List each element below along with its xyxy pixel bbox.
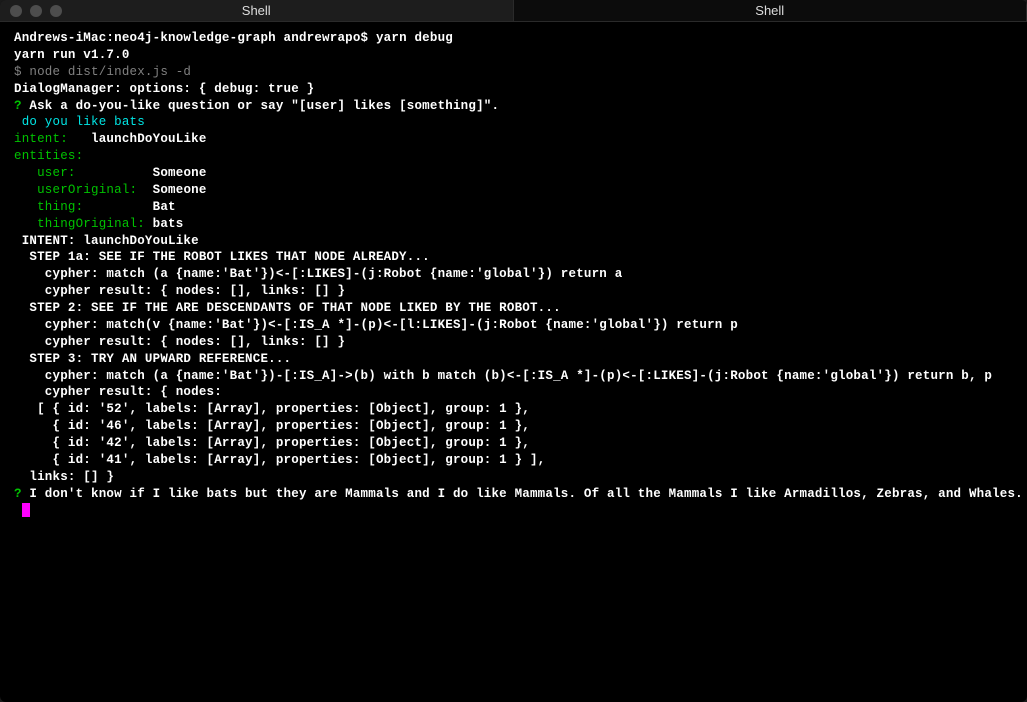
entity-label: thing: (14, 200, 83, 214)
links-close: links: [] } (14, 469, 1013, 486)
step1a-cypher: cypher: match (a {name:'Bat'})<-[:LIKES]… (14, 266, 1013, 283)
prompt-host: Andrews-iMac:neo4j-knowledge-graph andre… (14, 31, 376, 45)
node-row: { id: '42', labels: [Array], properties:… (14, 435, 1013, 452)
user-input-line: do you like bats (14, 114, 1013, 131)
node-row: { id: '46', labels: [Array], properties:… (14, 418, 1013, 435)
cursor-line (14, 503, 1013, 520)
title-bar: Shell Shell (0, 0, 1027, 22)
minimize-icon[interactable] (30, 5, 42, 17)
entity-value: bats (145, 217, 184, 231)
step3-cypher: cypher: match (a {name:'Bat'})-[:IS_A]->… (14, 368, 1013, 385)
question-text: Ask a do-you-like question or say "[user… (22, 99, 499, 113)
step2-line: STEP 2: SEE IF THE ARE DESCENDANTS OF TH… (14, 300, 1013, 317)
entity-thing-original: thingOriginal: bats (14, 216, 1013, 233)
entities-label: entities: (14, 148, 1013, 165)
entity-value: Bat (83, 200, 175, 214)
answer-line: ? I don't know if I like bats but they a… (14, 486, 1013, 503)
tab-shell-1[interactable]: Shell (0, 0, 514, 21)
tab-shell-2[interactable]: Shell (514, 0, 1027, 21)
prompt-line: Andrews-iMac:neo4j-knowledge-graph andre… (14, 30, 1013, 47)
intent-line: intent: launchDoYouLike (14, 131, 1013, 148)
node-row: { id: '41', labels: [Array], properties:… (14, 452, 1013, 469)
yarn-run-line: yarn run v1.7.0 (14, 47, 1013, 64)
entity-thing: thing: Bat (14, 199, 1013, 216)
entity-value: Someone (76, 166, 207, 180)
tab-label: Shell (755, 3, 784, 18)
step2-cypher: cypher: match(v {name:'Bat'})<-[:IS_A *]… (14, 317, 1013, 334)
terminal-window: Shell Shell Andrews-iMac:neo4j-knowledge… (0, 0, 1027, 702)
entity-user: user: Someone (14, 165, 1013, 182)
close-icon[interactable] (10, 5, 22, 17)
answer-text: I don't know if I like bats but they are… (22, 487, 1023, 501)
step2-result: cypher result: { nodes: [], links: [] } (14, 334, 1013, 351)
intent-value: launchDoYouLike (68, 132, 207, 146)
traffic-lights (0, 5, 62, 17)
entity-label: thingOriginal: (14, 217, 145, 231)
tab-label: Shell (242, 3, 271, 18)
entity-value: Someone (137, 183, 206, 197)
node-cmd-line: $ node dist/index.js -d (14, 64, 1013, 81)
question-line: ? Ask a do-you-like question or say "[us… (14, 98, 1013, 115)
intent-label: intent: (14, 132, 68, 146)
answer-prefix: ? (14, 487, 22, 501)
entity-label: user: (14, 166, 76, 180)
entity-label: userOriginal: (14, 183, 137, 197)
step1a-result: cypher result: { nodes: [], links: [] } (14, 283, 1013, 300)
step1a-line: STEP 1a: SEE IF THE ROBOT LIKES THAT NOD… (14, 249, 1013, 266)
intent-launch-line: INTENT: launchDoYouLike (14, 233, 1013, 250)
question-prefix: ? (14, 99, 22, 113)
step3-result-open: cypher result: { nodes: (14, 384, 1013, 401)
step3-line: STEP 3: TRY AN UPWARD REFERENCE... (14, 351, 1013, 368)
terminal-content[interactable]: Andrews-iMac:neo4j-knowledge-graph andre… (0, 22, 1027, 527)
node-row: [ { id: '52', labels: [Array], propertie… (14, 401, 1013, 418)
cursor-icon (22, 503, 30, 517)
dialog-manager-line: DialogManager: options: { debug: true } (14, 81, 1013, 98)
entity-user-original: userOriginal: Someone (14, 182, 1013, 199)
maximize-icon[interactable] (50, 5, 62, 17)
prompt-command: yarn debug (376, 31, 453, 45)
